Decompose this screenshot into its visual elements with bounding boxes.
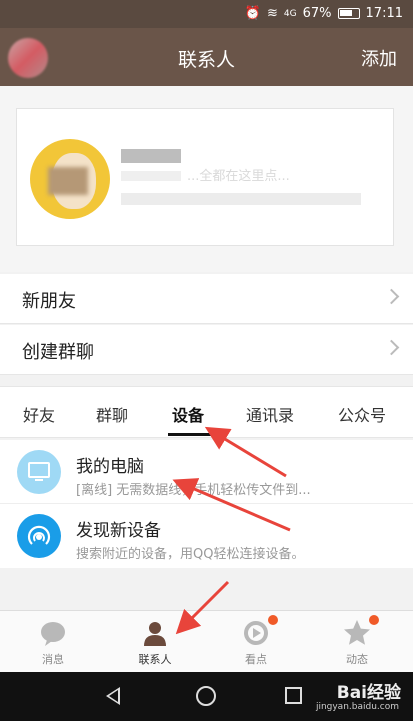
battery-icon (337, 8, 360, 19)
app-header: 联系人 添加 (0, 28, 413, 86)
notification-badge (268, 615, 278, 625)
new-friends-label: 新朋友 (22, 291, 76, 312)
create-group-item[interactable]: 创建群聊 (0, 325, 413, 375)
watermark-brand: Bai经验 (336, 683, 401, 703)
active-tab-indicator (168, 433, 212, 436)
back-icon[interactable] (106, 687, 120, 705)
home-icon[interactable] (196, 686, 216, 706)
profile-name-blur (121, 149, 181, 163)
nav-label: 看点 (245, 653, 267, 666)
status-bar: ⏰ ≋ 4G 67% 17:11 (0, 0, 413, 28)
nav-discover[interactable]: 看点 (206, 611, 306, 673)
device-my-computer[interactable]: 我的电脑 [离线] 无需数据线，手机轻松传文件到... (0, 440, 413, 504)
computer-icon (17, 450, 61, 494)
device-title: 我的电脑 (76, 457, 144, 477)
notification-badge (369, 615, 379, 625)
wifi-icon: ≋ (267, 6, 278, 21)
device-subtitle: 搜索附近的设备，用QQ轻松连接设备。 (76, 547, 305, 562)
watermark-url: jingyan.baidu.com (315, 702, 399, 712)
radar-icon (17, 514, 61, 558)
system-nav-bar: Bai经验 jingyan.baidu.com (0, 672, 413, 721)
profile-card[interactable]: ...全都在这里点... (16, 108, 394, 246)
new-friends-item[interactable]: 新朋友 (0, 274, 413, 324)
battery-percent: 67% (302, 6, 332, 21)
profile-note: ...全都在这里点... (187, 169, 290, 184)
video-icon (244, 621, 268, 645)
recent-apps-icon[interactable] (285, 687, 302, 704)
clock: 17:11 (365, 6, 403, 21)
tab-address-book[interactable]: 通讯录 (246, 402, 294, 426)
message-icon (41, 622, 65, 646)
chevron-right-icon (383, 339, 400, 356)
device-subtitle: [离线] 无需数据线，手机轻松传文件到... (76, 483, 311, 498)
nav-contacts[interactable]: 联系人 (105, 611, 205, 673)
device-discover-new[interactable]: 发现新设备 搜索附近的设备，用QQ轻松连接设备。 (0, 504, 413, 568)
tab-devices[interactable]: 设备 (172, 402, 204, 426)
star-icon (344, 620, 370, 645)
nav-label: 动态 (346, 653, 368, 666)
nav-label: 消息 (42, 653, 64, 666)
contacts-icon (144, 622, 166, 646)
create-group-label: 创建群聊 (22, 342, 94, 363)
nav-label: 联系人 (138, 653, 172, 666)
device-title: 发现新设备 (76, 521, 161, 541)
contact-tabs: 好友 群聊 设备 通讯录 公众号 (0, 386, 413, 438)
profile-info-blur (121, 193, 361, 205)
chevron-right-icon (383, 288, 400, 305)
alarm-icon: ⏰ (244, 6, 262, 21)
bottom-nav: 消息 联系人 看点 动态 (0, 610, 413, 672)
network-label: 4G (283, 8, 297, 19)
nav-messages[interactable]: 消息 (3, 611, 103, 673)
tab-friends[interactable]: 好友 (23, 402, 55, 426)
add-button[interactable]: 添加 (361, 45, 397, 71)
nav-feeds[interactable]: 动态 (307, 611, 407, 673)
page-title: 联系人 (177, 49, 235, 71)
profile-info-blur (121, 171, 181, 181)
tab-public-accounts[interactable]: 公众号 (338, 402, 386, 426)
tab-groups[interactable]: 群聊 (96, 402, 128, 426)
profile-section: ...全都在这里点... (0, 86, 413, 272)
profile-avatar (30, 139, 110, 219)
